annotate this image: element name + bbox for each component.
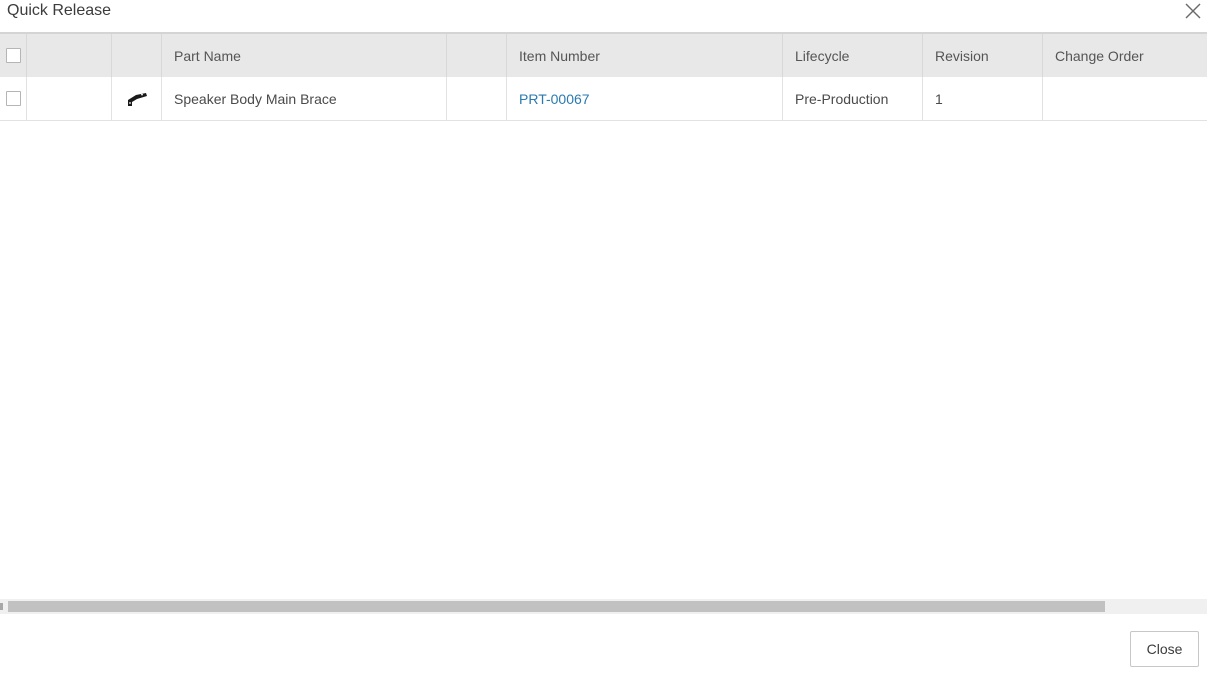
row-empty-cell [26,77,111,120]
close-icon[interactable] [1184,2,1202,20]
row-select-cell [0,77,26,120]
horizontal-scrollbar[interactable] [0,599,1207,614]
header-column-1[interactable] [26,34,111,77]
header-change-order[interactable]: Change Order [1042,34,1207,77]
header-column-icon[interactable] [111,34,161,77]
select-all-checkbox[interactable] [5,48,21,63]
close-button[interactable]: Close [1130,631,1199,667]
header-part-name[interactable]: Part Name [161,34,446,77]
header-select-cell [0,34,26,77]
dialog-title: Quick Release [7,2,112,19]
item-number-link[interactable]: PRT-00067 [519,92,590,106]
table-row[interactable]: Speaker Body Main Brace PRT-00067 Pre-Pr… [0,77,1207,121]
item-number-cell: PRT-00067 [506,77,782,120]
dialog-titlebar: Quick Release [0,0,1207,32]
part-name-cell: Speaker Body Main Brace [161,77,446,120]
lifecycle-cell: Pre-Production [782,77,922,120]
table-header-row: Part Name Item Number Lifecycle Revision… [0,32,1207,77]
row-icon-cell [111,77,161,120]
header-item-number[interactable]: Item Number [506,34,782,77]
row-empty-cell [446,77,506,120]
header-revision[interactable]: Revision [922,34,1042,77]
bracket-part-icon [127,92,147,106]
header-lifecycle[interactable]: Lifecycle [782,34,922,77]
scroll-left-icon[interactable] [0,603,3,610]
revision-cell: 1 [922,77,1042,120]
scrollbar-thumb[interactable] [8,601,1105,612]
change-order-cell[interactable] [1042,77,1207,120]
header-column-4[interactable] [446,34,506,77]
row-checkbox[interactable] [5,91,21,106]
